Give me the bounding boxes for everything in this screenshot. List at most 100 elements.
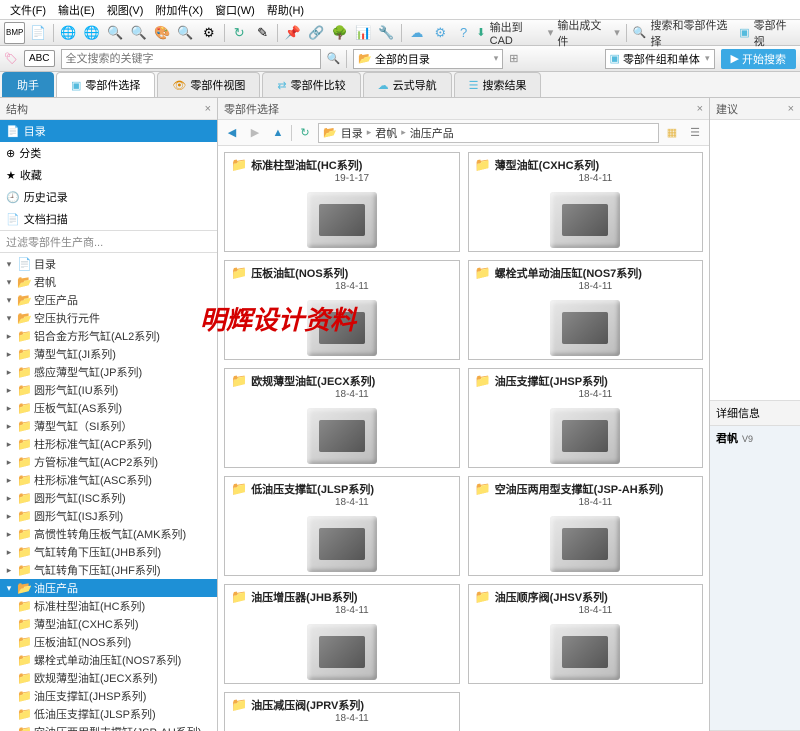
twisty-icon[interactable]: ▾ [4,295,14,306]
close-icon[interactable]: × [205,103,211,115]
tree-node[interactable]: ▸📁薄型气缸(JI系列) [0,345,217,363]
doc-icon[interactable]: 📄 [27,22,48,44]
tree-node[interactable]: 📁低油压支撑缸(JLSP系列) [0,705,217,723]
category-row[interactable]: ⊕分类 [0,142,217,164]
tab-results[interactable]: ☰搜索结果 [454,72,542,97]
twisty-icon[interactable]: ▸ [4,493,14,504]
twisty-icon[interactable]: ▸ [4,547,14,558]
tree-node[interactable]: ▸📁圆形气缸(IU系列) [0,381,217,399]
part-card[interactable]: 📁低油压支撑缸(JLSP系列)18-4-11 [224,476,460,576]
directory-selector[interactable]: 📂 全部的目录 ▾ [353,49,503,69]
twisty-icon[interactable]: ▸ [4,367,14,378]
manufacturer-filter-input[interactable]: 过滤零部件生产商... [0,231,217,253]
catalog-tree[interactable]: ▾📄目录▾📂君帆▾📂空压产品▾📂空压执行元件▸📁铝合金方形气缸(AL2系列)▸📁… [0,253,217,731]
menu-output[interactable]: 输出(E) [52,2,101,18]
tree-node[interactable]: ▸📁圆形气缸(ISJ系列) [0,507,217,525]
tab-cloud-nav[interactable]: ☁云式导航 [363,72,452,97]
menu-view[interactable]: 视图(V) [101,2,150,18]
part-card[interactable]: 📁薄型油缸(CXHC系列)18-4-11 [468,152,704,252]
tree-node[interactable]: ▾📂空压执行元件 [0,309,217,327]
export-cad-button[interactable]: 输出到CAD [490,19,544,47]
export-file-button[interactable]: 输出成文件 [557,17,610,49]
tree-node[interactable]: ▸📁压板气缸(AS系列) [0,399,217,417]
tree-node[interactable]: 📁空油压两用型支撑缸(JSP-AH系列) [0,723,217,731]
crumb-root[interactable]: 目录 [341,125,363,141]
tree-node[interactable]: ▾📂君帆 [0,273,217,291]
twisty-icon[interactable]: ▾ [4,259,14,270]
menu-file[interactable]: 文件(F) [4,2,52,18]
twisty-icon[interactable]: ▸ [4,439,14,450]
twisty-icon[interactable]: ▸ [4,385,14,396]
tree-icon[interactable]: 🌳 [329,22,350,44]
tree-node[interactable]: ▸📁柱形标准气缸(ACP系列) [0,435,217,453]
tree-node[interactable]: ▸📁气缸转角下压缸(JHB系列) [0,543,217,561]
tree-node[interactable]: ▸📁薄型气缸（SI系列） [0,417,217,435]
twisty-icon[interactable]: ▸ [4,457,14,468]
category-row[interactable]: 📄文档扫描 [0,208,217,230]
part-card[interactable]: 📁螺栓式单动油压缸(NOS7系列)18-4-11 [468,260,704,360]
part-card[interactable]: 📁空油压两用型支撑缸(JSP-AH系列)18-4-11 [468,476,704,576]
twisty-icon[interactable]: ▸ [4,529,14,540]
list-view-icon[interactable]: ☰ [685,123,705,143]
tree-node[interactable]: ▸📁方管标准气缸(ACP2系列) [0,453,217,471]
expand-icon[interactable]: ⊞ [509,52,518,65]
tree-node[interactable]: 📁压板油缸(NOS系列) [0,633,217,651]
tree-node[interactable]: 📁欧规薄型油缸(JECX系列) [0,669,217,687]
part-card[interactable]: 📁标准柱型油缸(HC系列)19-1-17 [224,152,460,252]
crumb-company[interactable]: 君帆 [375,125,397,141]
cloud-icon[interactable]: ☁ [406,22,427,44]
tab-parts-view[interactable]: 👁零部件视图 [157,72,260,97]
start-search-button[interactable]: ▶开始搜索 [721,49,796,69]
twisty-icon[interactable]: ▸ [4,511,14,522]
part-card[interactable]: 📁欧规薄型油缸(JECX系列)18-4-11 [224,368,460,468]
category-row[interactable]: ★收藏 [0,164,217,186]
twisty-icon[interactable]: ▸ [4,403,14,414]
tree-node[interactable]: ▸📁气缸转角下压缸(JHF系列) [0,561,217,579]
tree-node[interactable]: ▾📂油压产品 [0,579,217,597]
breadcrumb[interactable]: 📂 目录▸ 君帆▸ 油压产品 [318,123,659,143]
pin-icon[interactable]: 📌 [282,22,303,44]
tree-node[interactable]: ▸📁高惯性转角压板气缸(AMK系列) [0,525,217,543]
tree-node[interactable]: 📁薄型油缸(CXHC系列) [0,615,217,633]
globe-green-icon[interactable]: 🌐 [58,22,79,44]
part-card[interactable]: 📁压板油缸(NOS系列)18-4-11 [224,260,460,360]
nav-up-icon[interactable]: ▲ [268,123,288,143]
twisty-icon[interactable]: ▾ [4,313,14,324]
color-search-icon[interactable]: 🎨 [151,22,172,44]
tree-node[interactable]: 📁油压支撑缸(JHSP系列) [0,687,217,705]
tab-assist[interactable]: 助手 [2,72,54,97]
menu-window[interactable]: 窗口(W) [209,2,261,18]
link-icon[interactable]: 🔗 [306,22,327,44]
tools-icon[interactable]: 🔧 [376,22,397,44]
twisty-icon[interactable]: ▸ [4,565,14,576]
twisty-icon[interactable]: ▸ [4,421,14,432]
twisty-icon[interactable]: ▸ [4,475,14,486]
twisty-icon[interactable]: ▸ [4,349,14,360]
tag-icon[interactable]: 🏷 [4,52,18,65]
chart-icon[interactable]: 📊 [352,22,373,44]
part-card[interactable]: 📁油压增压器(JHB系列)18-4-11 [224,584,460,684]
gear-icon[interactable]: ⚙ [198,22,219,44]
tree-node[interactable]: ▾📂空压产品 [0,291,217,309]
tree-node[interactable]: 📁标准柱型油缸(HC系列) [0,597,217,615]
category-row[interactable]: 🕘历史记录 [0,186,217,208]
settings-icon[interactable]: ⚙ [430,22,451,44]
search-go-icon[interactable]: 🔍 [327,52,341,65]
part-card[interactable]: 📁油压减压阀(JPRV系列)18-4-11 [224,692,460,731]
search-icon[interactable]: 🔍 [105,22,126,44]
tree-node[interactable]: ▸📁圆形气缸(ISC系列) [0,489,217,507]
parts-combo[interactable]: ▣ 零部件组和单体 ▾ [605,49,715,69]
grid-view-icon[interactable]: ▦ [662,123,682,143]
tree-node[interactable]: ▾📄目录 [0,255,217,273]
edit-icon[interactable]: ✎ [252,22,273,44]
globe-blue-icon[interactable]: 🌐 [81,22,102,44]
abc-toggle[interactable]: ABC [24,50,55,67]
crumb-category[interactable]: 油压产品 [410,125,454,141]
nav-back-icon[interactable]: ◀ [222,123,242,143]
twisty-icon[interactable]: ▾ [4,277,14,288]
tab-compare[interactable]: ⇄零部件比较 [262,72,360,97]
folder-search-icon[interactable]: 🔍 [128,22,149,44]
search-input[interactable] [61,49,321,69]
close-icon[interactable]: × [697,103,703,115]
tree-node[interactable]: ▸📁感应薄型气缸(JP系列) [0,363,217,381]
